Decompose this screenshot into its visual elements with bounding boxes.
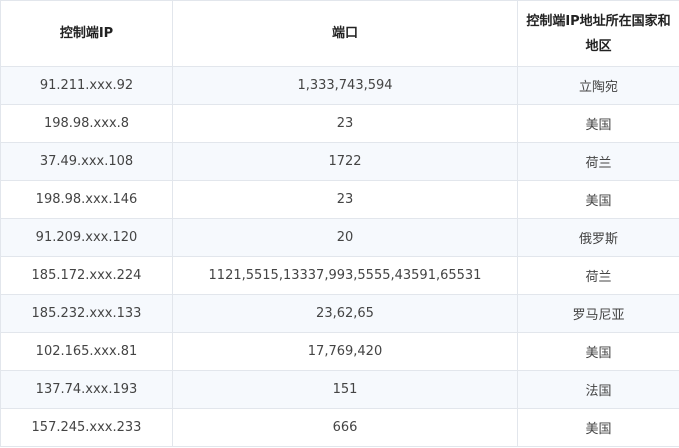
- cell-ip: 91.209.xxx.120: [0, 218, 173, 257]
- table-row: 157.245.xxx.233 666 美国: [0, 408, 679, 447]
- cell-country: 荷兰: [517, 256, 679, 295]
- cell-port: 23: [172, 104, 518, 143]
- cell-country: 俄罗斯: [517, 218, 679, 257]
- table-row: 91.209.xxx.120 20 俄罗斯: [0, 218, 679, 257]
- cell-country: 美国: [517, 180, 679, 219]
- cell-port: 151: [172, 370, 518, 409]
- cell-ip: 157.245.xxx.233: [0, 408, 173, 447]
- table-row: 185.232.xxx.133 23,62,65 罗马尼亚: [0, 294, 679, 333]
- cell-port: 1121,5515,13337,993,5555,43591,65531: [172, 256, 518, 295]
- table-row: 198.98.xxx.8 23 美国: [0, 104, 679, 143]
- table-header: 控制端IP 端口 控制端IP地址所在国家和地区: [0, 0, 679, 67]
- controller-ip-table: 控制端IP 端口 控制端IP地址所在国家和地区 91.211.xxx.92 1,…: [0, 0, 679, 447]
- cell-country: 法国: [517, 370, 679, 409]
- cell-country: 立陶宛: [517, 66, 679, 105]
- table-row: 185.172.xxx.224 1121,5515,13337,993,5555…: [0, 256, 679, 295]
- table-row: 102.165.xxx.81 17,769,420 美国: [0, 332, 679, 371]
- cell-port: 23,62,65: [172, 294, 518, 333]
- cell-port: 666: [172, 408, 518, 447]
- cell-ip: 37.49.xxx.108: [0, 142, 173, 181]
- cell-ip: 102.165.xxx.81: [0, 332, 173, 371]
- cell-country: 美国: [517, 104, 679, 143]
- cell-ip: 91.211.xxx.92: [0, 66, 173, 105]
- cell-country: 美国: [517, 332, 679, 371]
- cell-port: 1,333,743,594: [172, 66, 518, 105]
- cell-port: 20: [172, 218, 518, 257]
- cell-port: 23: [172, 180, 518, 219]
- cell-ip: 198.98.xxx.8: [0, 104, 173, 143]
- cell-ip: 185.232.xxx.133: [0, 294, 173, 333]
- cell-ip: 185.172.xxx.224: [0, 256, 173, 295]
- header-row: 控制端IP 端口 控制端IP地址所在国家和地区: [0, 0, 679, 67]
- table-row: 198.98.xxx.146 23 美国: [0, 180, 679, 219]
- header-port: 端口: [172, 0, 518, 67]
- table-row: 37.49.xxx.108 1722 荷兰: [0, 142, 679, 181]
- cell-country: 罗马尼亚: [517, 294, 679, 333]
- cell-port: 17,769,420: [172, 332, 518, 371]
- cell-country: 美国: [517, 408, 679, 447]
- header-country-region: 控制端IP地址所在国家和地区: [517, 0, 679, 67]
- header-controller-ip: 控制端IP: [0, 0, 173, 67]
- cell-ip: 198.98.xxx.146: [0, 180, 173, 219]
- cell-ip: 137.74.xxx.193: [0, 370, 173, 409]
- table-body: 91.211.xxx.92 1,333,743,594 立陶宛 198.98.x…: [0, 66, 679, 447]
- table-row: 91.211.xxx.92 1,333,743,594 立陶宛: [0, 66, 679, 105]
- table-row: 137.74.xxx.193 151 法国: [0, 370, 679, 409]
- cell-port: 1722: [172, 142, 518, 181]
- cell-country: 荷兰: [517, 142, 679, 181]
